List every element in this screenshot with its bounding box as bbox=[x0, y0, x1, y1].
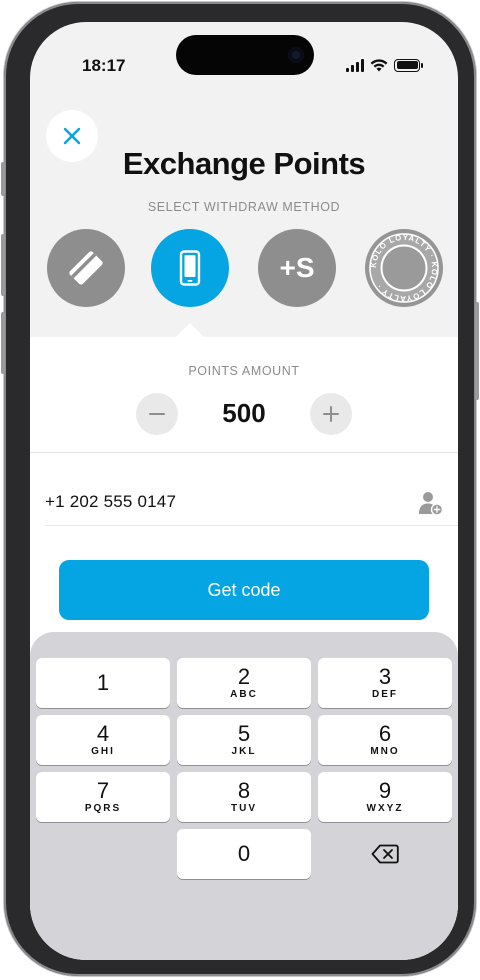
key-digit: 9 bbox=[378, 778, 392, 803]
contact-add-icon[interactable] bbox=[418, 490, 444, 516]
decrease-points-button[interactable] bbox=[136, 393, 178, 435]
phone-number-input[interactable]: +1 202 555 0147 bbox=[45, 492, 176, 512]
key-digit: 6 bbox=[378, 721, 392, 746]
key-digit: 8 bbox=[237, 778, 251, 803]
delete-key[interactable] bbox=[318, 829, 452, 879]
key-digit: 3 bbox=[378, 664, 392, 689]
status-bar: 18:17 bbox=[30, 22, 458, 102]
key-9[interactable]: 9 WXYZ bbox=[318, 772, 452, 822]
method-mobile-option[interactable] bbox=[151, 229, 229, 307]
key-letters: DEF bbox=[372, 689, 398, 700]
battery-icon bbox=[394, 58, 423, 72]
numeric-keypad: 1 2 ABC 3 DEF 4 GHI 5 JKL 6 MNO 7 PQRS 8… bbox=[30, 632, 458, 960]
action-button bbox=[1, 162, 5, 196]
volume-up-button bbox=[1, 234, 5, 296]
key-letters: MNO bbox=[370, 746, 400, 757]
key-5[interactable]: 5 JKL bbox=[177, 715, 311, 765]
get-code-button[interactable]: Get code bbox=[59, 560, 429, 620]
key-digit: 4 bbox=[96, 721, 110, 746]
key-letters: TUV bbox=[231, 803, 257, 814]
key-8[interactable]: 8 TUV bbox=[177, 772, 311, 822]
points-amount-value: 500 bbox=[222, 398, 266, 428]
key-6[interactable]: 6 MNO bbox=[318, 715, 452, 765]
card-icon bbox=[69, 251, 103, 285]
key-7[interactable]: 7 PQRS bbox=[36, 772, 170, 822]
key-digit: 7 bbox=[96, 778, 110, 803]
selected-method-pointer bbox=[176, 323, 204, 337]
key-digit: 1 bbox=[96, 670, 110, 695]
key-0[interactable]: 0 bbox=[177, 829, 311, 879]
status-icons bbox=[346, 57, 423, 73]
increase-points-button[interactable] bbox=[310, 393, 352, 435]
key-3[interactable]: 3 DEF bbox=[318, 658, 452, 708]
key-letters: GHI bbox=[91, 746, 115, 757]
key-1[interactable]: 1 bbox=[36, 658, 170, 708]
page-title: Exchange Points bbox=[122, 146, 366, 181]
key-letters: ABC bbox=[230, 689, 258, 700]
minus-icon bbox=[149, 413, 165, 415]
method-card-option[interactable] bbox=[47, 229, 125, 307]
kolo-loyalty-seal: KOLO LOYALTY · KOLO LOYALTY · bbox=[369, 233, 439, 303]
key-4[interactable]: 4 GHI bbox=[36, 715, 170, 765]
key-2[interactable]: 2 ABC bbox=[177, 658, 311, 708]
points-amount-label: POINTS AMOUNT bbox=[188, 364, 300, 378]
withdraw-method-selector: +S KOLO LOYALTY · KOLO LOYALTY · bbox=[47, 229, 443, 309]
front-camera-icon bbox=[288, 47, 304, 63]
key-letters: WXYZ bbox=[366, 803, 404, 814]
plus-icon bbox=[323, 406, 339, 422]
key-digit: 0 bbox=[237, 841, 251, 866]
key-letters: PQRS bbox=[84, 803, 122, 814]
svg-text:+S: +S bbox=[279, 253, 314, 283]
app-screen: 18:17 Exchange Points SELECT WITHDRAW ME… bbox=[30, 22, 458, 960]
key-digit: 2 bbox=[237, 664, 251, 689]
section-divider bbox=[30, 452, 458, 453]
withdraw-method-label: SELECT WITHDRAW METHOD bbox=[147, 200, 341, 214]
cellular-signal-icon bbox=[346, 58, 364, 72]
key-letters: JKL bbox=[231, 746, 257, 757]
close-icon bbox=[63, 127, 81, 145]
method-plus-s-option[interactable]: +S bbox=[258, 229, 336, 307]
smartphone-icon bbox=[179, 250, 201, 286]
plus-s-logo: +S bbox=[279, 253, 314, 283]
key-digit: 5 bbox=[237, 721, 251, 746]
backspace-icon bbox=[371, 844, 399, 864]
volume-down-button bbox=[1, 312, 5, 374]
method-kolo-loyalty-option[interactable]: KOLO LOYALTY · KOLO LOYALTY · bbox=[365, 229, 443, 307]
phone-field-underline bbox=[45, 525, 458, 526]
status-time: 18:17 bbox=[82, 56, 126, 75]
power-button bbox=[475, 302, 479, 400]
wifi-icon bbox=[370, 58, 388, 71]
phone-frame: 18:17 Exchange Points SELECT WITHDRAW ME… bbox=[1, 2, 479, 976]
